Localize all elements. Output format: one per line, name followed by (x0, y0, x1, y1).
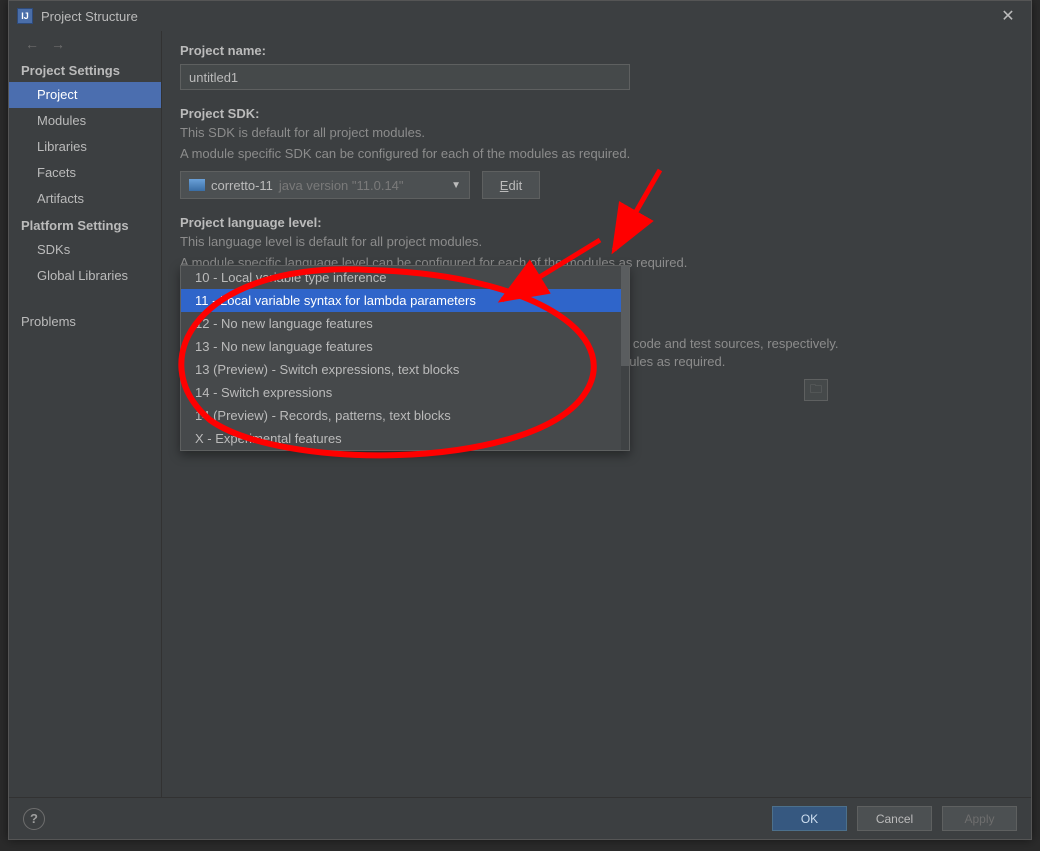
sidebar: ← → Project Settings Project Modules Lib… (9, 31, 162, 797)
chevron-down-icon: ▼ (451, 180, 461, 191)
sidebar-item-problems[interactable]: Problems (9, 309, 161, 335)
dropdown-option[interactable]: 12 - No new language features (181, 312, 629, 335)
lang-desc-1: This language level is default for all p… (180, 233, 1013, 251)
sdk-desc-1: This SDK is default for all project modu… (180, 124, 1013, 142)
sidebar-item-global-libraries[interactable]: Global Libraries (9, 263, 161, 289)
intellij-icon: IJ (17, 8, 33, 24)
sdk-name: corretto-11 (211, 178, 273, 193)
ok-button[interactable]: OK (772, 806, 847, 831)
dropdown-option[interactable]: X - Experimental features (181, 427, 629, 450)
dropdown-option[interactable]: 13 (Preview) - Switch expressions, text … (181, 358, 629, 381)
content-panel: Project name: untitled1 Project SDK: Thi… (162, 31, 1031, 797)
sdk-desc-2: A module specific SDK can be configured … (180, 145, 1013, 163)
sidebar-item-modules[interactable]: Modules (9, 108, 161, 134)
close-icon[interactable]: ✕ (993, 1, 1023, 31)
sdk-version: java version "11.0.14" (279, 178, 404, 193)
dropdown-option[interactable]: 13 - No new language features (181, 335, 629, 358)
language-level-dropdown: 10 - Local variable type inference 11 - … (180, 265, 630, 451)
sidebar-item-artifacts[interactable]: Artifacts (9, 186, 161, 212)
edit-sdk-button[interactable]: Edit (482, 171, 540, 199)
sidebar-item-project[interactable]: Project (9, 82, 161, 108)
jdk-icon (189, 179, 205, 191)
scrollbar-thumb[interactable] (621, 266, 629, 366)
dropdown-option-selected[interactable]: 11 - Local variable syntax for lambda pa… (181, 289, 629, 312)
project-name-value: untitled1 (189, 70, 238, 85)
window-title: Project Structure (41, 9, 138, 24)
label-language-level: Project language level: (180, 215, 1013, 230)
cancel-button[interactable]: Cancel (857, 806, 932, 831)
project-structure-dialog: IJ Project Structure ✕ ← → Project Setti… (8, 0, 1032, 840)
dropdown-option[interactable]: 10 - Local variable type inference (181, 266, 629, 289)
label-project-sdk: Project SDK: (180, 106, 1013, 121)
compiler-desc-fragment-1: n code and test sources, respectively. (622, 335, 839, 353)
compiler-desc-fragment-2: dules as required. (622, 353, 725, 371)
sidebar-item-libraries[interactable]: Libraries (9, 134, 161, 160)
forward-icon[interactable]: → (51, 36, 65, 52)
help-icon[interactable]: ? (23, 808, 45, 830)
edit-label: Edit (500, 178, 522, 193)
browse-folder-icon[interactable]: 🗀 (804, 379, 828, 401)
nav-arrows: ← → (9, 31, 161, 57)
dialog-body: ← → Project Settings Project Modules Lib… (9, 31, 1031, 797)
button-bar: ? OK Cancel Apply (9, 797, 1031, 839)
back-icon[interactable]: ← (25, 36, 39, 52)
sidebar-header-platform: Platform Settings (9, 212, 161, 237)
project-sdk-combo[interactable]: corretto-11 java version "11.0.14" ▼ (180, 171, 470, 199)
titlebar: IJ Project Structure ✕ (9, 1, 1031, 31)
sidebar-header-project: Project Settings (9, 57, 161, 82)
apply-button[interactable]: Apply (942, 806, 1017, 831)
dropdown-option[interactable]: 14 - Switch expressions (181, 381, 629, 404)
sidebar-item-facets[interactable]: Facets (9, 160, 161, 186)
project-name-input[interactable]: untitled1 (180, 64, 630, 90)
dropdown-option[interactable]: 14 (Preview) - Records, patterns, text b… (181, 404, 629, 427)
label-project-name: Project name: (180, 43, 1013, 58)
sidebar-item-sdks[interactable]: SDKs (9, 237, 161, 263)
